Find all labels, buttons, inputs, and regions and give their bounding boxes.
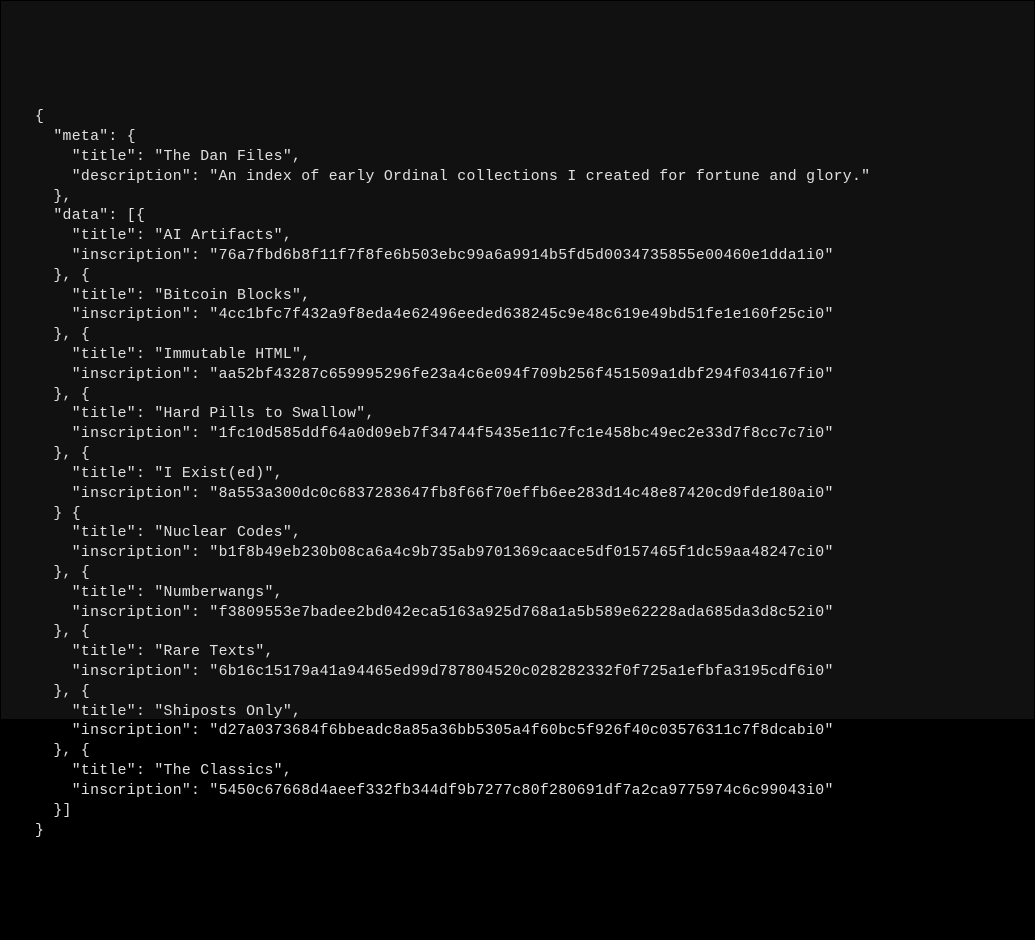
item-closer: ]	[63, 803, 72, 819]
data-item-inscription: f3809553e7badee2bd042eca5163a925d768a1a5…	[219, 605, 825, 621]
data-item-title: Nuclear Codes	[164, 525, 283, 541]
item-closer: {	[63, 506, 81, 522]
data-item-inscription: aa52bf43287c659995296fe23a4c6e094f709b25…	[219, 367, 825, 383]
item-closer: , {	[63, 327, 91, 343]
data-item-title: I Exist(ed)	[164, 466, 265, 482]
item-closer: , {	[63, 624, 91, 640]
data-item-title: Numberwangs	[164, 585, 265, 601]
data-item-title: Rare Texts	[164, 644, 256, 660]
data-item-inscription: 5450c67668d4aeef332fb344df9b7277c80f2806…	[219, 783, 825, 799]
data-item-title: AI Artifacts	[164, 228, 274, 244]
item-closer: , {	[63, 446, 91, 462]
item-closer: , {	[63, 387, 91, 403]
data-item-title: Bitcoin Blocks	[164, 288, 293, 304]
data-item-inscription: 76a7fbd6b8f11f7f8fe6b503ebc99a6a9914b5fd…	[219, 248, 825, 264]
data-item-inscription: 1fc10d585ddf64a0d09eb7f34744f5435e11c7fc…	[219, 426, 825, 442]
brace-close: }	[35, 823, 44, 839]
meta-title: The Dan Files	[164, 149, 283, 165]
data-item-inscription: 4cc1bfc7f432a9f8eda4e62496eeded638245c9e…	[219, 307, 825, 323]
item-closer: , {	[63, 268, 91, 284]
data-item-inscription: d27a0373684f6bbeadc8a85a36bb5305a4f60bc5…	[219, 723, 825, 739]
data-item-inscription: 8a553a300dc0c6837283647fb8f66f70effb6ee2…	[219, 486, 825, 502]
data-item-title: The Classics	[164, 763, 274, 779]
meta-description: An index of early Ordinal collections I …	[219, 169, 862, 185]
data-item-title: Hard Pills to Swallow	[164, 406, 357, 422]
data-item-inscription: b1f8b49eb230b08ca6a4c9b735ab9701369caace…	[219, 545, 825, 561]
item-closer: , {	[63, 684, 91, 700]
data-item-title: Shiposts Only	[164, 704, 283, 720]
json-code-block: { "meta": { "title": "The Dan Files", "d…	[35, 108, 1000, 841]
data-item-inscription: 6b16c15179a41a94465ed99d787804520c028282…	[219, 664, 825, 680]
brace-open: {	[35, 109, 44, 125]
item-closer: , {	[63, 743, 91, 759]
data-item-title: Immutable HTML	[164, 347, 293, 363]
item-closer: , {	[63, 565, 91, 581]
